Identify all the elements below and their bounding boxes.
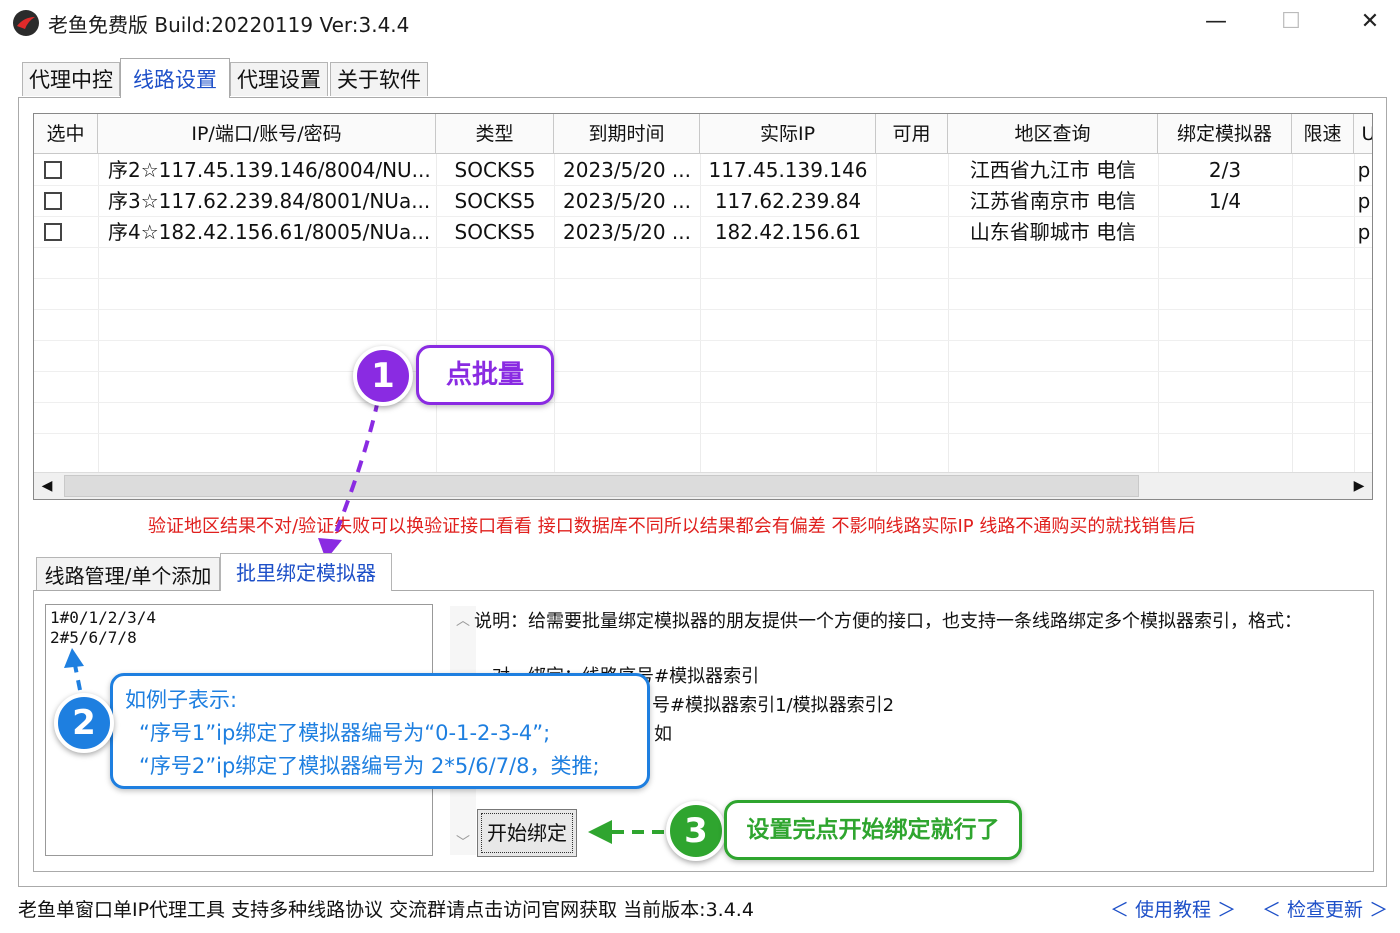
cell-real-ip: 182.42.156.61 (714, 220, 862, 244)
step2-line2: “序号2”ip绑定了模拟器编号为 2*5/6/7/8，类推; (139, 754, 600, 778)
close-button[interactable]: ✕ (1342, 4, 1398, 40)
line-table[interactable]: 选中 IP/端口/账号/密码 类型 到期时间 实际IP 可用 地区查询 绑定模拟… (33, 113, 1373, 500)
cell-ip: 序3☆117.62.239.84/8001/NUa... (108, 189, 431, 213)
description-line4: 如 (654, 724, 672, 745)
bind-text-value[interactable]: 1#0/1/2/3/4 2#5/6/7/8 (46, 605, 432, 651)
col-header-ip[interactable]: IP/端口/账号/密码 (98, 114, 436, 154)
cell-expire: 2023/5/20 ... (563, 189, 691, 213)
step3-callout: 设置完点开始绑定就行了 (724, 800, 1022, 860)
tab-proxy-control[interactable]: 代理中控 (22, 62, 120, 96)
col-header-u[interactable]: U (1354, 114, 1372, 154)
window-title: 老鱼免费版 Build:20220119 Ver:3.4.4 (48, 13, 410, 37)
cell-u: p (1357, 158, 1371, 182)
tab-proxy-settings[interactable]: 代理设置 (230, 62, 328, 96)
cell-type: SOCKS5 (454, 189, 536, 213)
minimize-button[interactable]: — (1188, 4, 1244, 40)
cell-real-ip: 117.45.139.146 (708, 158, 868, 182)
table-row[interactable]: 序4☆182.42.156.61/8005/NUa... SOCKS5 2023… (34, 217, 1372, 248)
row-checkbox[interactable] (44, 161, 62, 179)
col-header-select[interactable]: 选中 (34, 114, 98, 154)
cell-ip: 序4☆182.42.156.61/8005/NUa... (108, 220, 431, 244)
col-header-available[interactable]: 可用 (876, 114, 948, 154)
title-bar: 老鱼免费版 Build:20220119 Ver:3.4.4 — ☐ ✕ (0, 0, 1400, 48)
tutorial-link[interactable]: ＜ 使用教程 ＞ (1110, 895, 1236, 922)
cell-u: p (1357, 220, 1371, 244)
col-header-real-ip[interactable]: 实际IP (700, 114, 876, 154)
cell-region: 山东省聊城市 电信 (969, 220, 1137, 244)
col-header-bind[interactable]: 绑定模拟器 (1158, 114, 1292, 154)
cell-u: p (1357, 189, 1371, 213)
col-header-type[interactable]: 类型 (436, 114, 554, 154)
maximize-button[interactable]: ☐ (1263, 4, 1319, 40)
scroll-down-icon[interactable]: ﹀ (450, 832, 476, 852)
cell-type: SOCKS5 (454, 158, 536, 182)
cell-region: 江苏省南京市 电信 (969, 189, 1137, 213)
table-row[interactable]: 序2☆117.45.139.146/8004/NU... SOCKS5 2023… (34, 155, 1372, 186)
cell-expire: 2023/5/20 ... (563, 158, 691, 182)
tab-about[interactable]: 关于软件 (330, 62, 428, 96)
cell-bind (1158, 217, 1292, 248)
step3-badge: 3 (666, 801, 726, 861)
scroll-up-icon[interactable]: ︿ (450, 610, 476, 630)
col-header-expire[interactable]: 到期时间 (554, 114, 700, 154)
col-header-region[interactable]: 地区查询 (948, 114, 1158, 154)
row-checkbox[interactable] (44, 223, 62, 241)
table-row[interactable]: 序3☆117.62.239.84/8001/NUa... SOCKS5 2023… (34, 186, 1372, 217)
tab-line-settings[interactable]: 线路设置 (120, 58, 230, 98)
step1-badge: 1 (353, 346, 413, 406)
description-line3: 号#模拟器索引1/模拟器索引2 (652, 695, 895, 716)
cell-expire: 2023/5/20 ... (563, 220, 691, 244)
scrollbar-thumb[interactable] (64, 475, 1139, 497)
check-update-link[interactable]: ＜ 检查更新 ＞ (1262, 895, 1388, 922)
tab-batch-bind[interactable]: 批里绑定模拟器 (220, 553, 392, 591)
cell-bind: 2/3 (1208, 158, 1242, 182)
app-logo-icon (13, 10, 39, 36)
col-header-limit[interactable]: 限速 (1292, 114, 1354, 154)
cell-bind: 1/4 (1208, 189, 1242, 213)
step1-callout: 点批量 (416, 345, 554, 405)
step2-line1: “序号1”ip绑定了模拟器编号为“0-1-2-3-4”; (139, 721, 551, 745)
warning-text: 验证地区结果不对/验证失败可以换验证接口看看 接口数据库不同所以结果都会有偏差 … (148, 516, 1196, 537)
start-bind-button[interactable]: 开始绑定 (477, 809, 577, 857)
cell-real-ip: 117.62.239.84 (714, 189, 862, 213)
cell-region: 江西省九江市 电信 (969, 158, 1137, 182)
scroll-left-icon[interactable]: ◀ (34, 473, 60, 499)
row-checkbox[interactable] (44, 192, 62, 210)
description-line1: 说明：给需要批量绑定模拟器的朋友提供一个方便的接口，也支持一条线路绑定多个模拟器… (474, 611, 1302, 632)
step2-callout: 如例子表示: “序号1”ip绑定了模拟器编号为“0-1-2-3-4”; “序号2… (110, 673, 650, 789)
status-text: 老鱼单窗口单IP代理工具 支持多种线路协议 交流群请点击访问官网获取 当前版本:… (18, 899, 754, 921)
step2-badge: 2 (54, 693, 114, 753)
scroll-right-icon[interactable]: ▶ (1346, 473, 1372, 499)
horizontal-scrollbar[interactable]: ◀ ▶ (34, 472, 1372, 499)
tab-line-management[interactable]: 线路管理/单个添加 (36, 557, 220, 591)
step2-title: 如例子表示: (125, 688, 238, 712)
cell-type: SOCKS5 (454, 220, 536, 244)
cell-ip: 序2☆117.45.139.146/8004/NU... (108, 158, 431, 182)
